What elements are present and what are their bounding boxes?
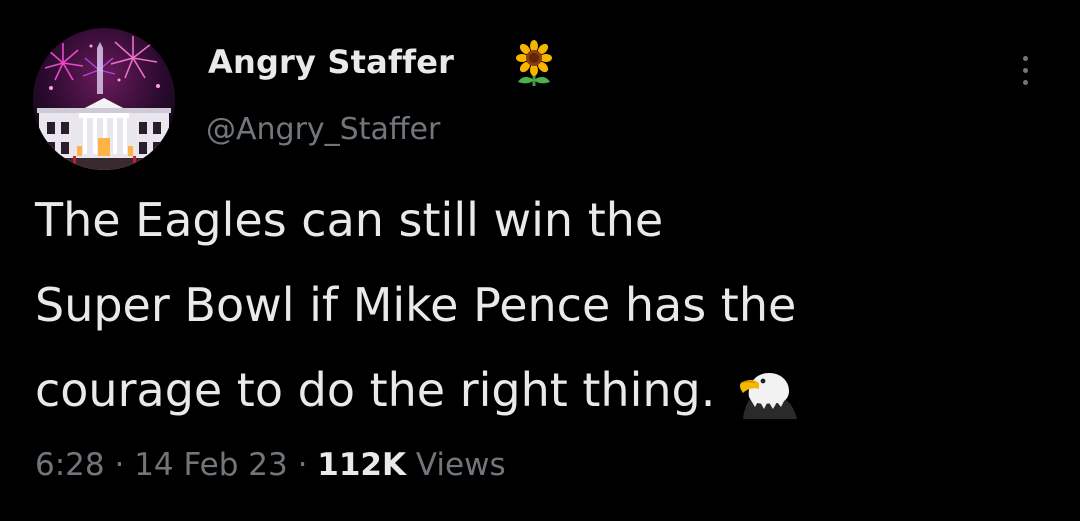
tweet-card: Angry Staffer @Angry_Staffer The Eagles … (0, 0, 1080, 521)
more-options-icon[interactable] (1006, 48, 1046, 92)
user-handle[interactable]: @Angry_Staffer (206, 111, 440, 149)
tweet-text-line-last: courage to do the right thing. (35, 348, 1045, 433)
display-name[interactable]: Angry Staffer (208, 42, 454, 82)
tweet-meta: 6:28 · 14 Feb 23 · 112K Views (35, 441, 506, 489)
more-dot (1023, 56, 1028, 61)
views-count[interactable]: 112K (317, 447, 406, 483)
more-dot (1023, 68, 1028, 73)
tweet-text-line: courage to do the right thing. (35, 363, 716, 417)
avatar[interactable] (33, 28, 175, 170)
meta-separator: · (114, 447, 125, 483)
tweet-text-line: The Eagles can still win the (35, 193, 664, 247)
tweet-time[interactable]: 6:28 (35, 447, 105, 483)
white-house-fireworks-image (33, 28, 175, 170)
views-label: Views (415, 447, 506, 483)
tweet-date[interactable]: 14 Feb 23 (134, 447, 288, 483)
tweet-text: The Eagles can still win the Super Bowl … (35, 178, 1045, 433)
sunflower-icon (512, 40, 556, 88)
tweet-text-line: Super Bowl if Mike Pence has the (35, 278, 797, 332)
more-dot (1023, 80, 1028, 85)
eagle-icon (737, 363, 801, 419)
meta-separator: · (297, 447, 308, 483)
